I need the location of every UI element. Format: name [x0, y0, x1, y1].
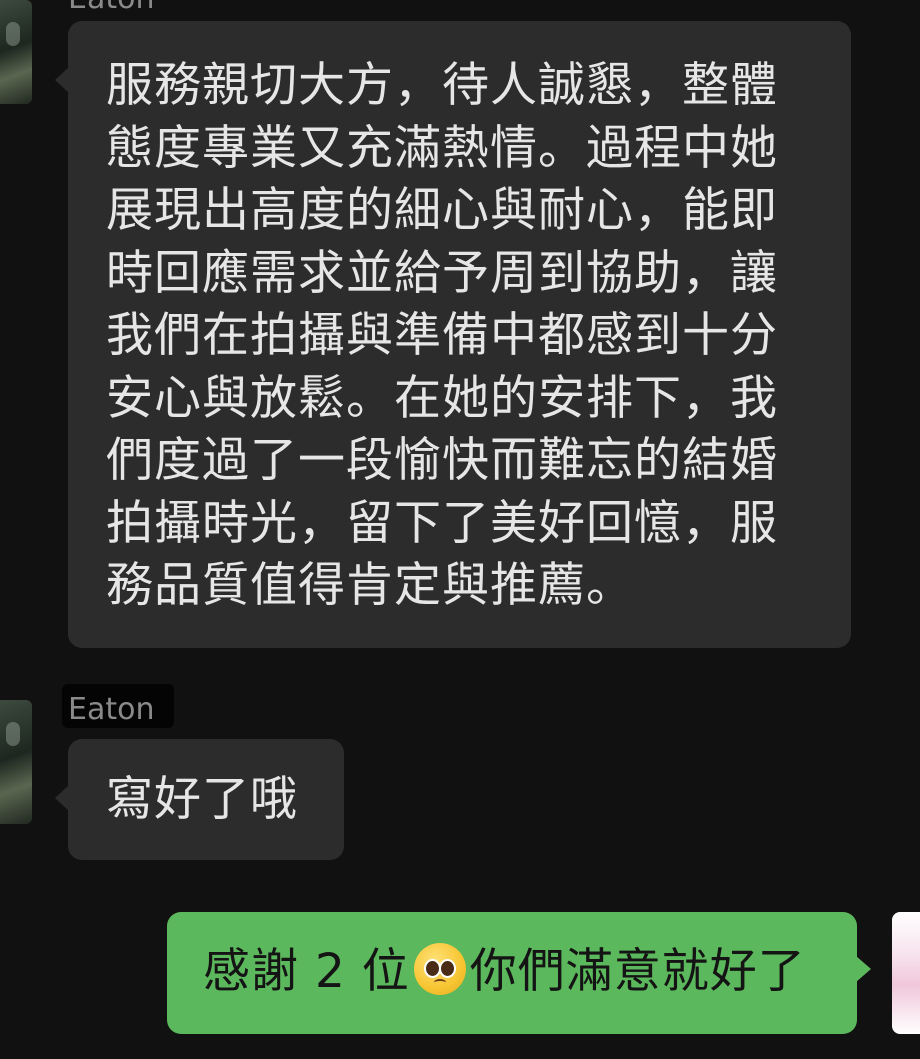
- message-text: 感謝 2 位 你們滿意就好了: [203, 941, 857, 1004]
- contact-avatar[interactable]: [0, 700, 32, 824]
- message-text-part: 感謝 2 位: [203, 944, 410, 999]
- sender-name: Eaton: [68, 692, 155, 727]
- pleading-face-emoji-icon: [413, 943, 466, 995]
- message-bubble-incoming[interactable]: 服務親切大方，待人誠懇，整體態度專業又充滿熱情。過程中她展現出高度的細心與耐心，…: [55, 21, 851, 648]
- message-text: 服務親切大方，待人誠懇，整體態度專業又充滿熱情。過程中她展現出高度的細心與耐心，…: [106, 58, 778, 613]
- sender-name: Eaton: [68, 0, 154, 14]
- message-bubble-outgoing[interactable]: 感謝 2 位 你們滿意就好了: [167, 912, 871, 1034]
- my-avatar[interactable]: [892, 912, 920, 1034]
- message-bubble-incoming[interactable]: 寫好了哦: [55, 739, 344, 860]
- message-text-part: 你們滿意就好了: [469, 944, 806, 999]
- contact-avatar[interactable]: [0, 0, 32, 104]
- message-text: 寫好了哦: [106, 772, 298, 827]
